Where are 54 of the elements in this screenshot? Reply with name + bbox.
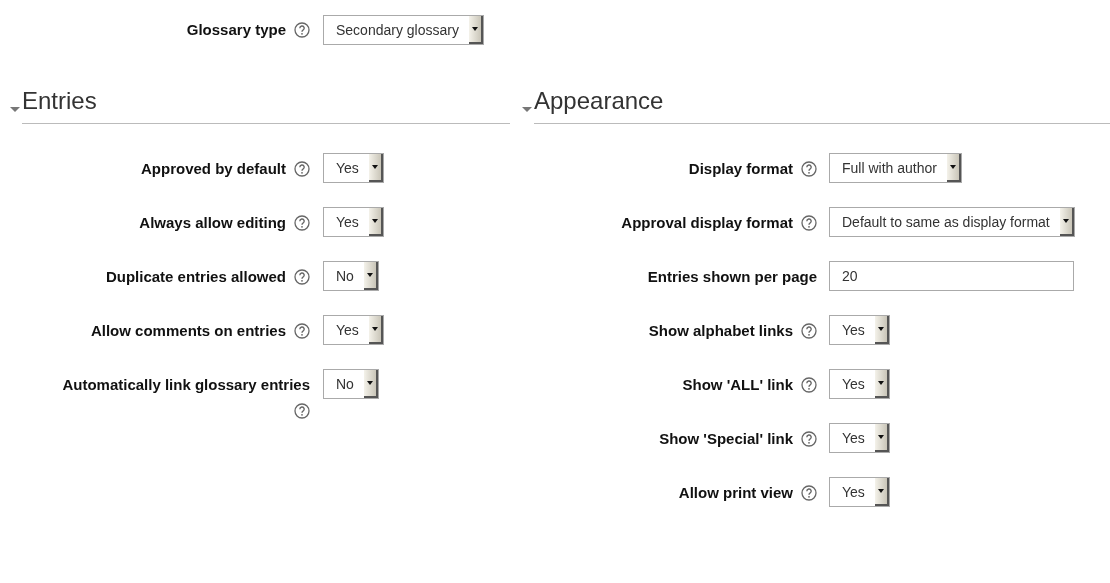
field-label: Always allow editing [139,213,286,233]
help-icon[interactable] [801,377,817,394]
help-icon[interactable] [801,215,817,232]
field-label: Entries shown per page [647,267,817,287]
dropdown-arrow-icon [371,165,378,169]
select-dropdown[interactable]: Yes [829,369,890,399]
section-heading[interactable]: Entries [22,87,97,114]
select-dropdown[interactable]: Yes [323,207,384,237]
help-icon[interactable] [801,161,817,178]
dropdown-arrow-icon [877,327,884,331]
select-dropdown[interactable]: Yes [829,315,890,345]
text-field[interactable]: 20 [829,261,1074,291]
help-icon[interactable] [294,22,310,38]
field-label: Allow print view [678,483,793,503]
dropdown-arrow-icon [877,435,884,439]
help-icon[interactable] [294,402,310,419]
field-label: Show 'Special' link [659,429,793,449]
select-dropdown[interactable]: Yes [323,153,384,183]
select-dropdown[interactable]: No [323,261,379,291]
help-icon[interactable] [801,431,817,448]
field-label: Approved by default [141,159,286,179]
field-label: Glossary type [186,19,286,40]
dropdown-arrow-icon [877,381,884,385]
dropdown-arrow-icon [366,381,373,385]
section-heading[interactable]: Appearance [534,87,664,114]
dropdown-arrow-icon [949,165,956,169]
field-label: Duplicate entries allowed [105,267,286,287]
dropdown-arrow-icon [366,273,373,277]
dropdown-arrow-icon [371,219,378,223]
field-label: Allow comments on entries [90,321,286,341]
collapse-caret-icon[interactable] [522,104,532,114]
collapse-caret-icon[interactable] [10,104,20,114]
dropdown-arrow-icon [877,489,884,493]
dropdown-arrow-icon [1062,219,1069,223]
dropdown-arrow-icon [471,27,478,31]
select-dropdown[interactable]: Secondary glossary [323,15,484,45]
select-dropdown[interactable]: No [323,369,379,399]
select-dropdown[interactable]: Full with author [829,153,962,183]
select-dropdown[interactable]: Yes [829,423,890,453]
select-dropdown[interactable]: Default to same as display format [829,207,1075,237]
help-icon[interactable] [294,269,310,286]
field-label: Approval display format [621,213,793,233]
help-icon[interactable] [801,485,817,502]
select-dropdown[interactable]: Yes [829,477,890,507]
help-icon[interactable] [294,215,310,232]
help-icon[interactable] [801,323,817,340]
select-dropdown[interactable]: Yes [323,315,384,345]
help-icon[interactable] [294,161,310,178]
dropdown-arrow-icon [371,327,378,331]
field-label: Show alphabet links [648,321,793,341]
field-label: Automatically link glossary entries [62,375,310,395]
field-label: Show 'ALL' link [682,375,793,395]
help-icon[interactable] [294,323,310,340]
field-label: Display format [688,159,793,179]
